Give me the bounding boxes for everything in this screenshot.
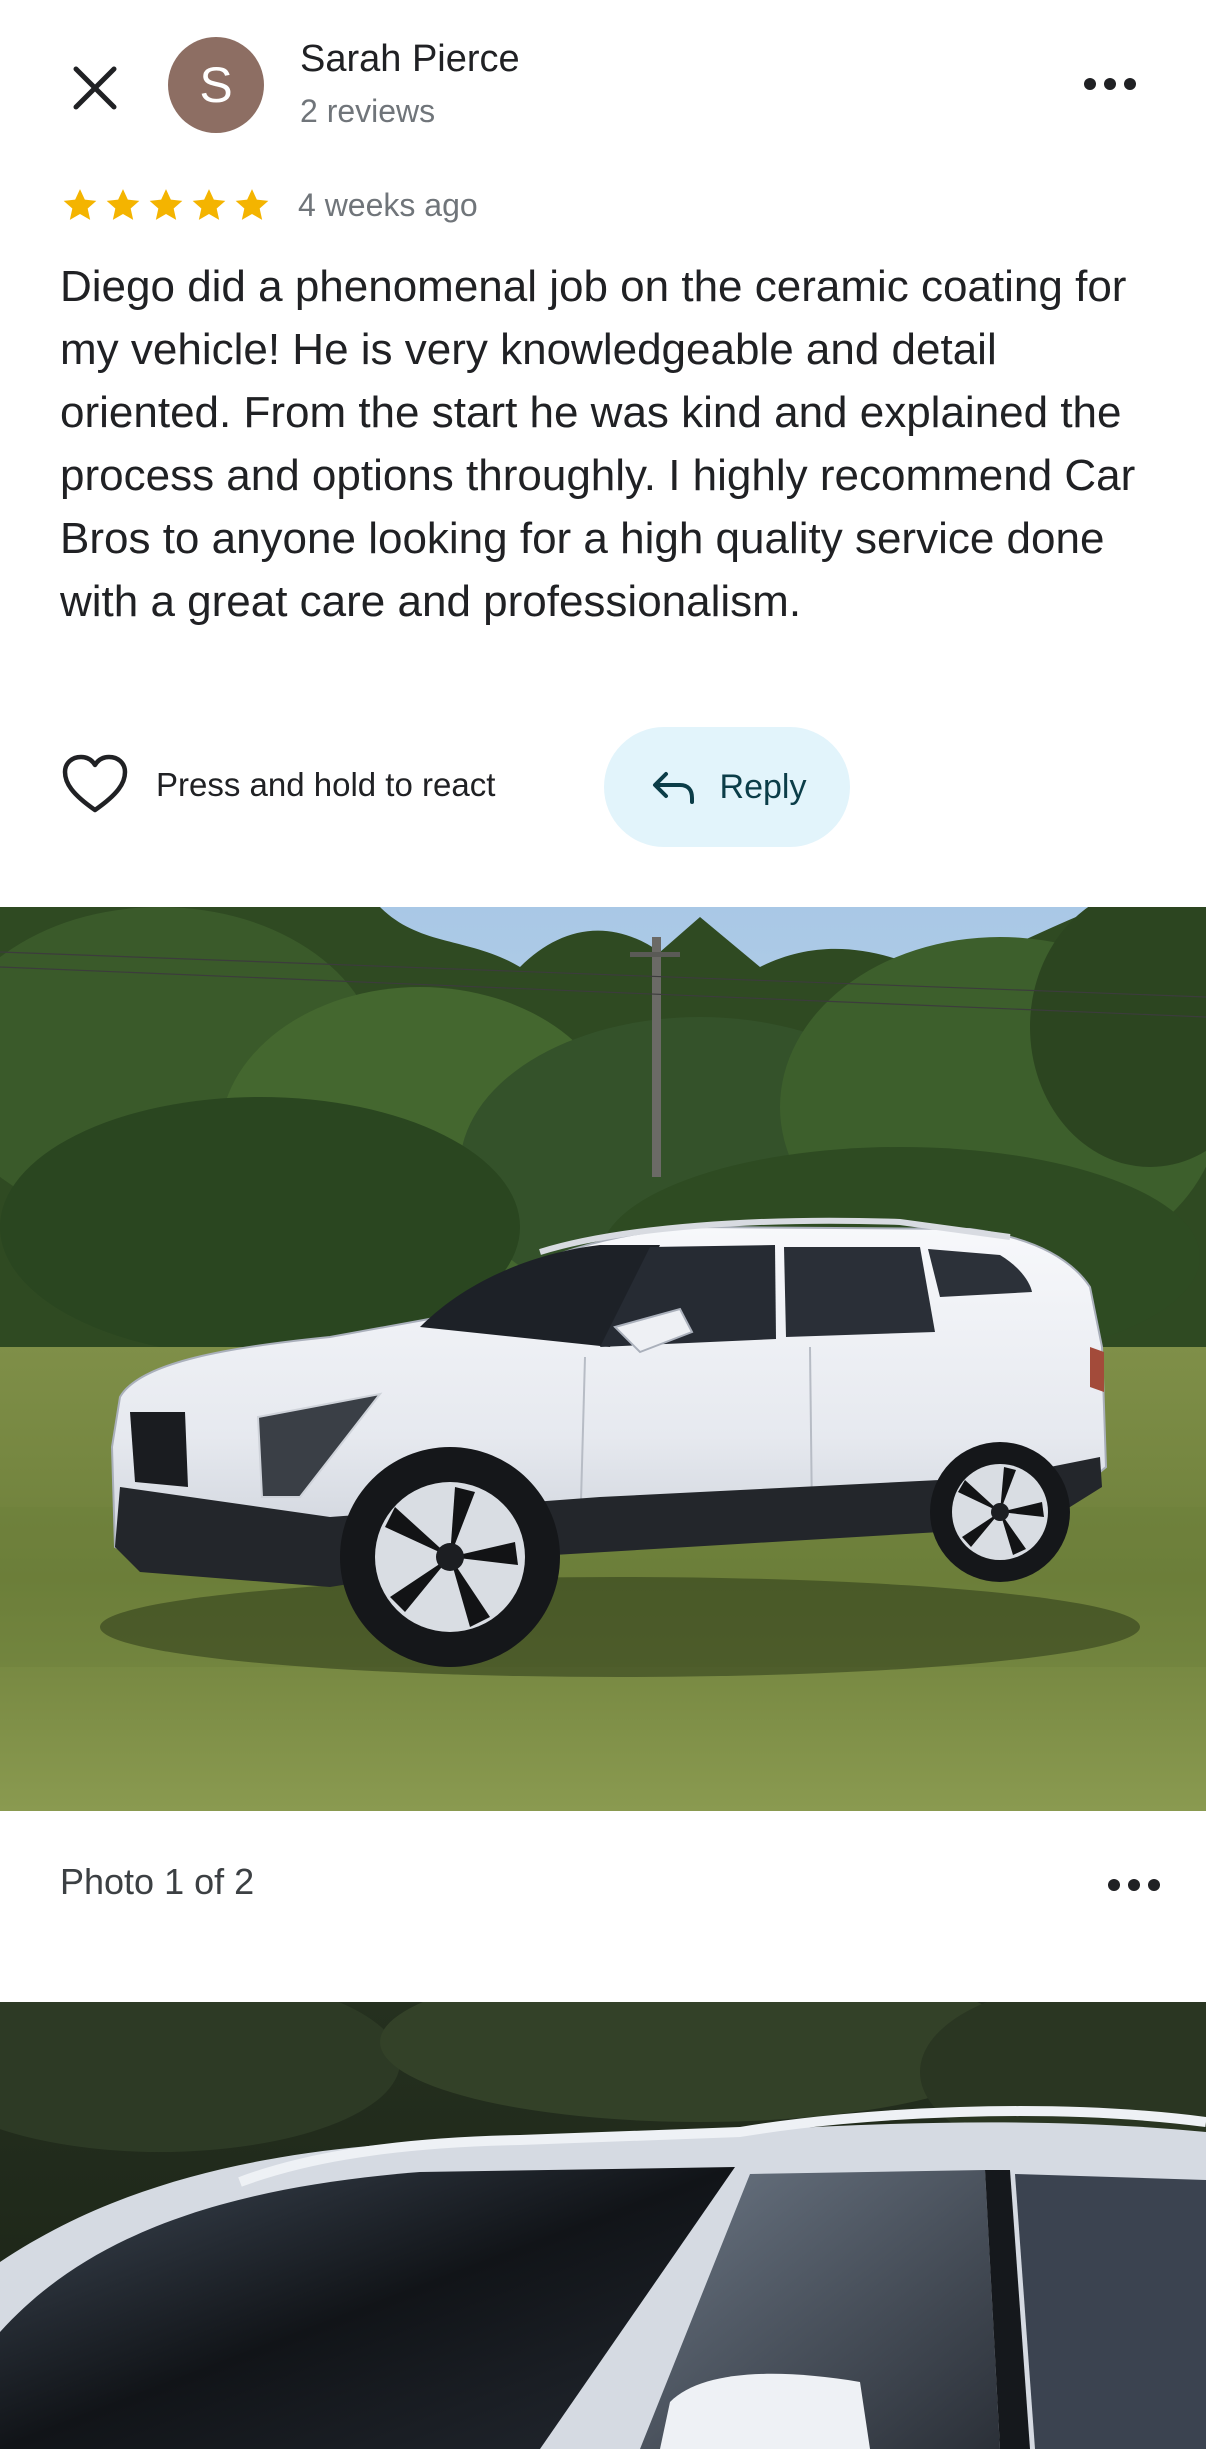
reviewer-review-count: 2 reviews	[300, 93, 436, 129]
heart-outline-icon	[62, 754, 128, 813]
react-button[interactable]: Press and hold to react	[60, 740, 495, 830]
photo-caption-row: Photo 1 of 2	[0, 1811, 1206, 2001]
review-header: S Sarah Pierce 2 reviews	[0, 0, 1206, 170]
rating-row: 4 weeks ago	[60, 180, 478, 230]
star-icon	[60, 185, 100, 225]
photo-caption: Photo 1 of 2	[60, 1861, 255, 1902]
star-icon	[189, 185, 229, 225]
suv-closeup-photo-image	[0, 2002, 1206, 2449]
close-icon	[73, 66, 117, 110]
more-options-button[interactable]	[1070, 44, 1150, 124]
star-rating	[60, 185, 272, 225]
star-icon	[232, 185, 272, 225]
star-icon	[146, 185, 186, 225]
reply-button[interactable]: Reply	[604, 727, 850, 847]
reply-arrow-icon	[652, 772, 694, 804]
photo-more-options-button[interactable]	[1094, 1845, 1174, 1925]
review-detail-page: S Sarah Pierce 2 reviews 4 weeks ago Die…	[0, 0, 1206, 2449]
more-vert-icon	[1108, 1879, 1160, 1891]
review-photo-2[interactable]	[0, 2002, 1206, 2449]
star-icon	[103, 185, 143, 225]
suv-photo-image	[0, 907, 1206, 1811]
more-vert-icon	[1084, 78, 1136, 90]
reviewer-name[interactable]: Sarah Pierce	[300, 38, 520, 81]
react-label: Press and hold to react	[156, 766, 496, 803]
review-photo-1[interactable]	[0, 907, 1206, 1811]
close-button[interactable]	[55, 48, 135, 128]
reply-label: Reply	[719, 767, 807, 806]
review-text: Diego did a phenomenal job on the cerami…	[60, 262, 1136, 626]
review-time: 4 weeks ago	[298, 186, 478, 223]
avatar[interactable]: S	[168, 37, 264, 133]
